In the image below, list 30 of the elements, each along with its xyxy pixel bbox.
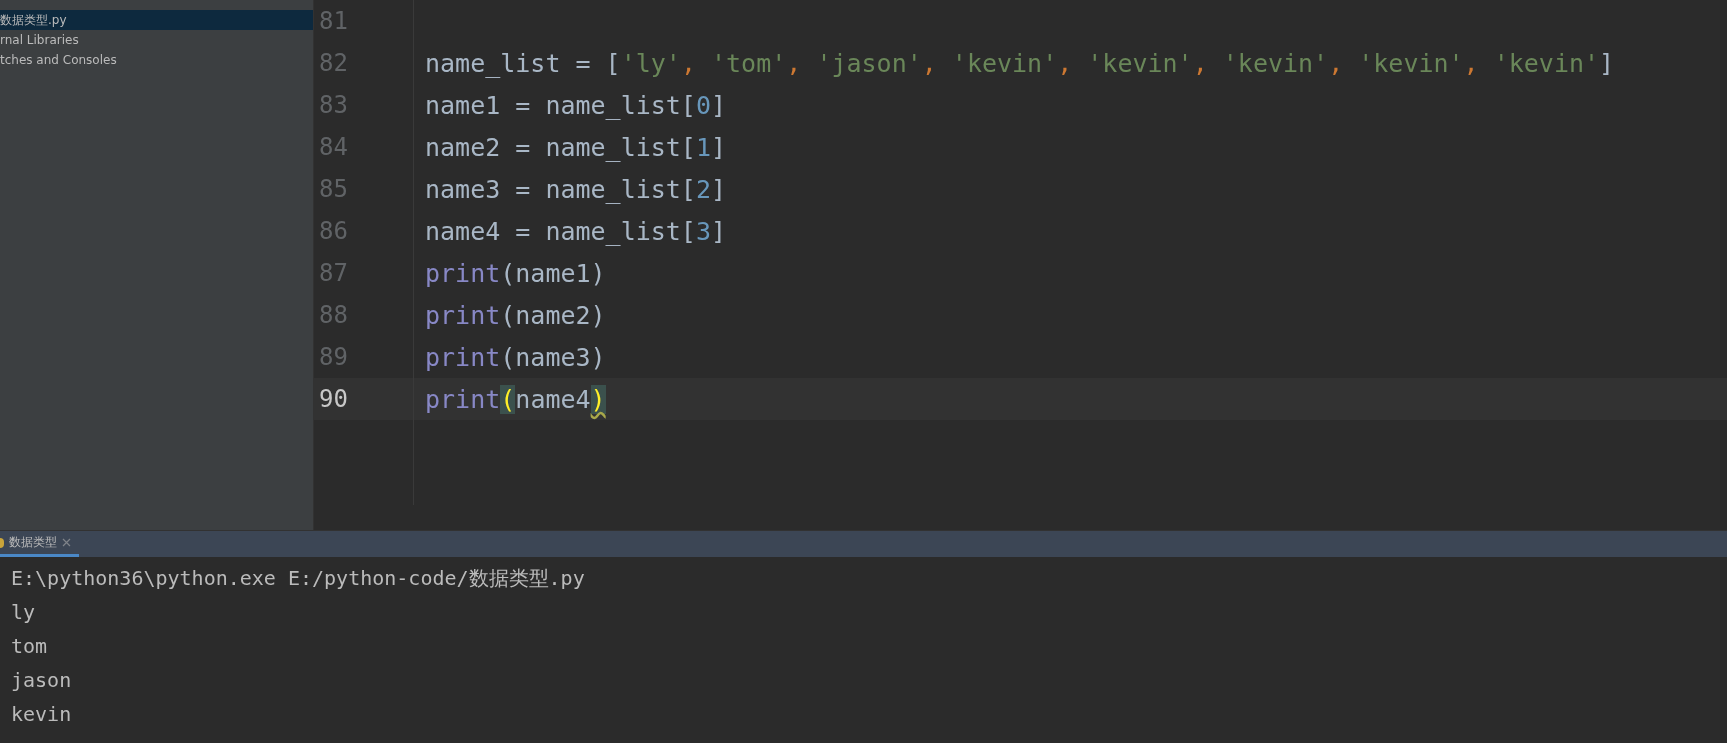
- console-output-line: E:\python36\python.exe E:/python-code/数据类型.py: [11, 565, 586, 592]
- code-line: print(name3): [425, 342, 606, 372]
- code-line: print(name1): [425, 258, 606, 288]
- line-number: 84: [318, 133, 348, 161]
- project-tree-item[interactable]: rnal Libraries: [0, 30, 313, 50]
- console-output-line: jason: [11, 667, 73, 694]
- code-line: print(name2): [425, 300, 606, 330]
- line-number: 81: [318, 7, 348, 35]
- code-line: print(name4): [425, 384, 606, 414]
- code-line: name_list = ['ly', 'tom', 'jason', 'kevin', 'kevin', 'kevin', 'kevin', 'kevin']: [425, 48, 1615, 78]
- line-number: 82: [318, 49, 348, 77]
- line-number: 83: [318, 91, 348, 119]
- line-number: 90: [318, 385, 348, 413]
- line-number: 85: [318, 175, 348, 203]
- project-tree-item[interactable]: tches and Consoles: [0, 50, 313, 70]
- code-line: name3 = name_list[2]: [425, 174, 727, 204]
- code-line: name1 = name_list[0]: [425, 90, 727, 120]
- line-number: 86: [318, 217, 348, 245]
- console-output-line: ly: [11, 599, 37, 626]
- line-number: 87: [318, 259, 348, 287]
- code-line: name2 = name_list[1]: [425, 132, 727, 162]
- code-line: name4 = name_list[3]: [425, 216, 727, 246]
- console-output-line: tom: [11, 633, 49, 660]
- run-tab[interactable]: 数据类型: [0, 531, 79, 557]
- line-number: 89: [318, 343, 348, 371]
- line-number: 88: [318, 301, 348, 329]
- console-output-line: kevin: [11, 701, 73, 728]
- project-tree-item[interactable]: 数据类型.py: [0, 10, 313, 30]
- run-icon: [0, 537, 4, 548]
- close-icon[interactable]: [62, 538, 71, 547]
